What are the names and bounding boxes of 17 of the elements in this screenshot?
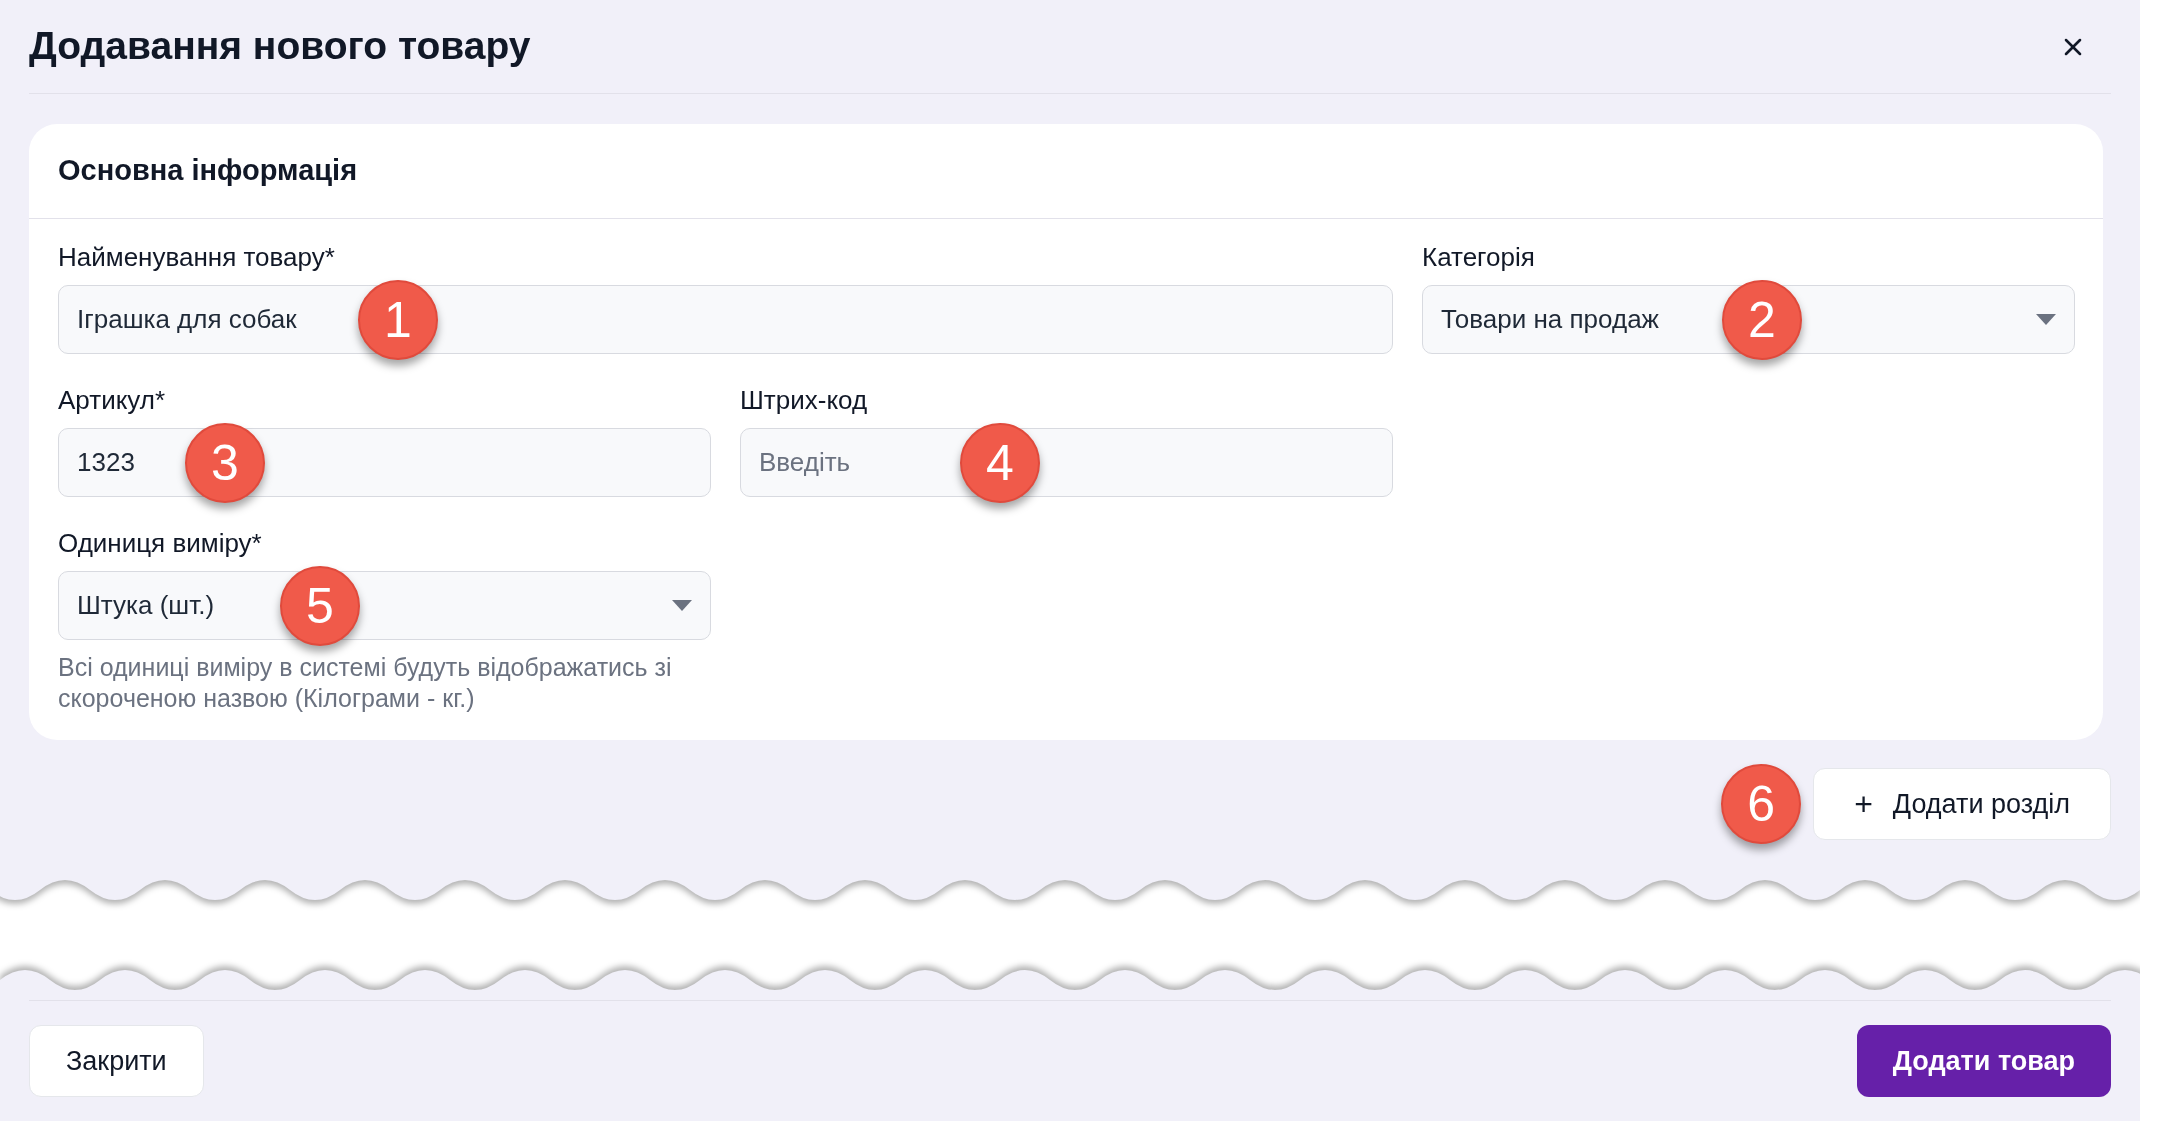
plus-icon: + bbox=[1854, 780, 1873, 828]
select-value: Товари на продаж bbox=[1441, 303, 1659, 336]
hint-text: Всі одиниці виміру в системі будуть відображатись зі скороченою назвою (Кілограми - кг.) bbox=[58, 652, 673, 714]
dialog-title: Додавання нового товару bbox=[29, 23, 531, 70]
submit-button[interactable]: Додати товар bbox=[1856, 1025, 2111, 1097]
close-dialog-button[interactable]: Закрити bbox=[29, 1025, 204, 1097]
field-label: Артикул* bbox=[58, 384, 167, 417]
select-value: Штука (шт.) bbox=[77, 589, 215, 622]
field-label: Найменування товару* bbox=[58, 241, 336, 274]
caret-icon bbox=[2036, 314, 2056, 325]
field-label: Одиниця виміру* bbox=[58, 527, 263, 560]
caret-icon bbox=[672, 600, 692, 611]
add-section-button[interactable]: + Додати розділ bbox=[1813, 768, 2111, 840]
field-label: Категорія bbox=[1422, 241, 1536, 274]
field-label: Штрих-код bbox=[740, 384, 869, 417]
annotation-marker: 6 bbox=[1721, 764, 1802, 844]
section-title: Основна інформація bbox=[58, 153, 358, 189]
